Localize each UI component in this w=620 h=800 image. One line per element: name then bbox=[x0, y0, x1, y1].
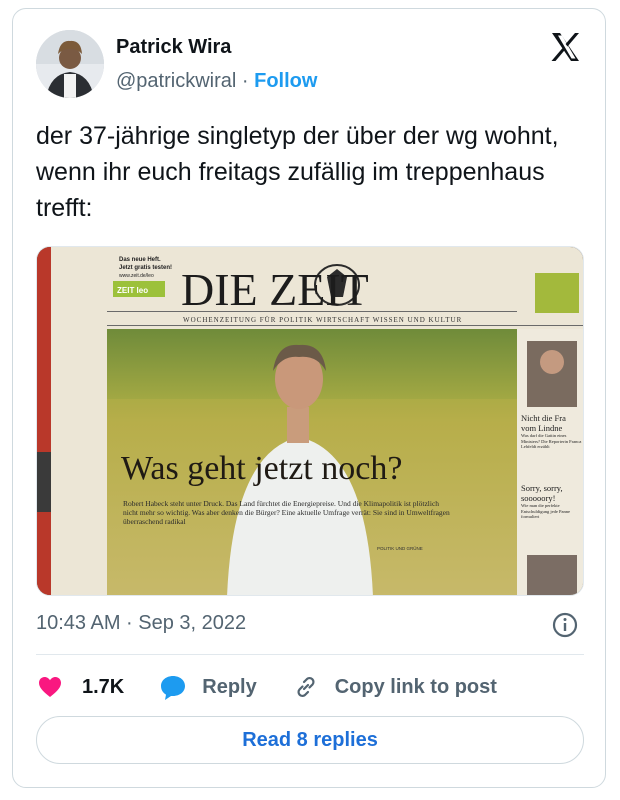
side-teaser2-box: Sorry, sorry, sooooory! Wie man die perf… bbox=[521, 483, 570, 519]
side-teaser1-title: Nicht die Fra vom Lindne bbox=[521, 413, 566, 433]
side-teaser1-box: Nicht die Fra vom Lindne Was darf die Ga… bbox=[521, 413, 582, 449]
tweet-image[interactable]: DIE ZEIT Das neue Heft. Jetzt gratis tes… bbox=[36, 246, 584, 596]
x-logo-icon[interactable] bbox=[548, 30, 582, 64]
side-teaser2-body: Wie man die perfekte Entschuldigung jede… bbox=[521, 503, 570, 519]
follow-link[interactable]: Follow bbox=[254, 70, 317, 92]
reply-label: Reply bbox=[202, 675, 257, 698]
copy-link-label: Copy link to post bbox=[334, 675, 497, 698]
section-tag: POLITIK UND GRÜNE bbox=[377, 545, 423, 551]
author-name[interactable]: Patrick Wira bbox=[116, 36, 231, 59]
read-replies-button[interactable]: Read 8 replies bbox=[36, 716, 584, 764]
newspaper-photo: DIE ZEIT Das neue Heft. Jetzt gratis tes… bbox=[37, 247, 583, 595]
promo-badge: ZEIT leo bbox=[117, 286, 148, 295]
promo-line1: Das neue Heft. bbox=[119, 257, 161, 263]
side-teaser1-body: Was darf die Gattin eines Ministers? Die… bbox=[521, 433, 582, 449]
link-icon bbox=[297, 676, 315, 698]
copy-link-button[interactable]: Copy link to post bbox=[293, 674, 497, 700]
author-handle[interactable]: @patrickwiral bbox=[116, 70, 236, 92]
promo-url: www.zeit.de/leo bbox=[119, 273, 154, 279]
reply-button[interactable]: Reply bbox=[158, 673, 257, 701]
subtext-box: Robert Habeck steht unter Druck. Das Lan… bbox=[123, 499, 450, 526]
divider bbox=[36, 654, 584, 655]
reply-bubble-icon bbox=[161, 676, 186, 700]
subtext: Robert Habeck steht unter Druck. Das Lan… bbox=[123, 499, 450, 526]
side-teaser2-title: Sorry, sorry, sooooory! bbox=[521, 483, 563, 503]
tagline: WOCHENZEITUNG FÜR POLITIK WIRTSCHAFT WIS… bbox=[183, 316, 462, 324]
avatar-photo bbox=[36, 30, 104, 98]
heart-icon bbox=[39, 677, 61, 697]
promo-line2: Jetzt gratis testen! bbox=[119, 265, 172, 271]
like-button[interactable]: 1.7K bbox=[36, 673, 124, 701]
masthead-text: DIE ZEIT bbox=[181, 264, 369, 315]
author-handle-row: @patrickwiral · Follow bbox=[116, 70, 317, 93]
handle-separator: · bbox=[241, 70, 249, 92]
like-count: 1.7K bbox=[82, 675, 125, 698]
read-replies-label: Read 8 replies bbox=[242, 728, 378, 751]
avatar[interactable] bbox=[36, 30, 104, 98]
tweet-timestamp[interactable]: 10:43 AM · Sep 3, 2022 bbox=[36, 612, 246, 635]
action-bar: 1.7K Reply Copy link to post bbox=[36, 672, 497, 702]
headline: Was geht jetzt noch? bbox=[121, 450, 402, 487]
info-icon[interactable] bbox=[552, 612, 578, 638]
tweet-text: der 37-jährige singletyp der über der wg… bbox=[36, 122, 559, 222]
